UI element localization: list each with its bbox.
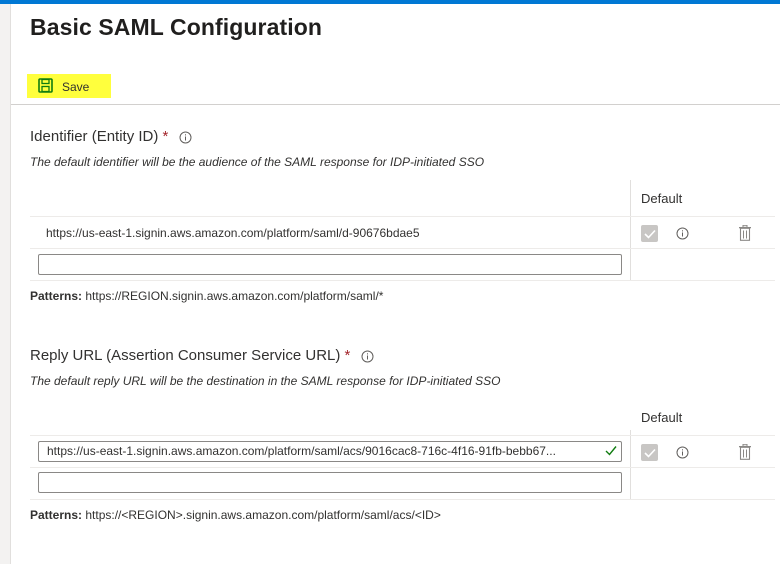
patterns-value: https://<REGION>.signin.aws.amazon.com/p…: [85, 508, 441, 522]
delete-icon[interactable]: [738, 444, 752, 460]
save-button[interactable]: Save: [27, 74, 111, 98]
info-icon[interactable]: [179, 131, 192, 144]
reply-url-input[interactable]: https://us-east-1.signin.aws.amazon.com/…: [38, 441, 622, 462]
row-divider: [30, 435, 775, 436]
default-column-header: Default: [641, 410, 683, 425]
default-checkbox[interactable]: [641, 444, 658, 461]
save-icon: [38, 78, 53, 93]
checkmark-icon: [643, 229, 656, 239]
row-divider: [30, 499, 775, 500]
info-icon[interactable]: [676, 227, 689, 240]
page-title: Basic SAML Configuration: [30, 14, 323, 40]
delete-icon[interactable]: [738, 225, 752, 241]
patterns-value: https://REGION.signin.aws.amazon.com/pla…: [85, 289, 384, 303]
info-icon[interactable]: [361, 350, 374, 363]
row-divider: [30, 248, 775, 249]
identifier-value[interactable]: https://us-east-1.signin.aws.amazon.com/…: [46, 226, 420, 240]
required-mark: *: [162, 128, 169, 145]
patterns-label: Patterns:: [30, 508, 83, 522]
command-bar-divider: [11, 104, 780, 105]
checkmark-icon: [643, 448, 656, 458]
identifier-patterns: Patterns: https://REGION.signin.aws.amaz…: [30, 289, 383, 303]
column-separator: [630, 180, 631, 280]
valid-check-icon: [605, 446, 617, 456]
info-icon[interactable]: [676, 446, 689, 459]
reply-url-new-input[interactable]: [38, 472, 622, 493]
identifier-label: Identifier (Entity ID): [30, 128, 159, 145]
identifier-new-input[interactable]: [38, 254, 622, 275]
reply-url-input-value: https://us-east-1.signin.aws.amazon.com/…: [47, 444, 556, 458]
row-divider: [30, 280, 775, 281]
save-button-label: Save: [62, 80, 90, 94]
identifier-description: The default identifier will be the audie…: [30, 155, 485, 169]
reply-url-patterns: Patterns: https://<REGION>.signin.aws.am…: [30, 508, 441, 522]
reply-url-label: Reply URL (Assertion Consumer Service UR…: [30, 347, 341, 364]
required-mark: *: [344, 347, 351, 364]
identifier-label-row: Identifier (Entity ID) *: [30, 128, 192, 145]
reply-url-description: The default reply URL will be the destin…: [30, 374, 501, 388]
patterns-label: Patterns:: [30, 289, 83, 303]
reply-url-label-row: Reply URL (Assertion Consumer Service UR…: [30, 347, 374, 364]
row-divider: [30, 216, 775, 217]
default-checkbox[interactable]: [641, 225, 658, 242]
default-column-header: Default: [641, 191, 683, 206]
saml-config-blade: Basic SAML Configuration Save Identifier…: [10, 4, 780, 564]
row-divider: [30, 467, 775, 468]
column-separator: [630, 430, 631, 499]
